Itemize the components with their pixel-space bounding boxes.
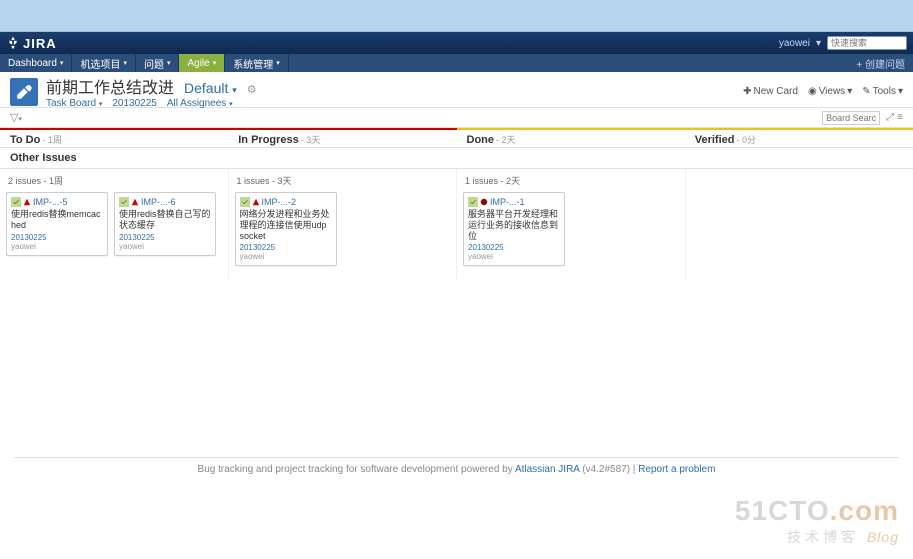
- jira-logo[interactable]: JIRA: [6, 36, 57, 51]
- card-version: 20130225: [468, 243, 560, 252]
- done-status-icon: [480, 198, 488, 206]
- column-verified[interactable]: [686, 169, 913, 279]
- nav-bar: Dashboard▾ 机选项目▾ 问题▾ Agile▾ 系统管理▾ + 创建问题: [0, 54, 913, 72]
- column-count: 1 issues - 2天: [463, 172, 679, 192]
- column-headers: To Do- 1周 In Progress- 3天 Done- 2天 Verif…: [0, 128, 913, 148]
- card-version: 20130225: [11, 233, 103, 242]
- column-header-done: Done- 2天: [457, 128, 685, 148]
- nav-create-issue[interactable]: + 创建问题: [848, 54, 913, 72]
- card-version: 20130225: [119, 233, 211, 242]
- nav-agile[interactable]: Agile▾: [179, 54, 225, 72]
- footer-report-link[interactable]: Report a problem: [638, 464, 715, 475]
- watermark: 51CTO.com 技术博客 Blog: [735, 495, 899, 547]
- nav-issues[interactable]: 问题▾: [136, 54, 180, 72]
- expand-icon[interactable]: ⤢: [886, 112, 894, 123]
- username-caret: ▾: [816, 38, 821, 49]
- column-count: 2 issues - 1周: [6, 172, 222, 192]
- column-progress[interactable]: 1 issues - 3天 IMP-...-2 网络分发进程和业务处理程的连接信…: [229, 169, 458, 279]
- top-banner: [0, 0, 913, 32]
- footer: Bug tracking and project tracking for so…: [14, 457, 899, 481]
- filter-row: ▽▾ ⤢ ≡: [0, 108, 913, 128]
- task-board-link[interactable]: Task Board ▾: [46, 98, 102, 109]
- card[interactable]: IMP-...-6 使用redis替换自己写的状态缓存 20130225 yao…: [114, 192, 216, 256]
- card[interactable]: IMP-...-1 服务器平台开发经理和运行业务的接收信息到位 20130225…: [463, 192, 565, 266]
- page-header: 前期工作总结改进 Default ▾ ⚙ Task Board ▾ 201302…: [0, 72, 913, 108]
- jira-header: JIRA yaowei ▾: [0, 32, 913, 54]
- views-dropdown[interactable]: ◉Views▾: [808, 86, 852, 97]
- task-type-icon: [11, 197, 21, 207]
- nav-projects[interactable]: 机选项目▾: [72, 54, 136, 72]
- logo-text: JIRA: [23, 36, 57, 51]
- board-default-dropdown[interactable]: Default ▾: [184, 80, 237, 96]
- priority-icon: [131, 198, 139, 206]
- card[interactable]: IMP-...-5 使用redis替换memcached 20130225 ya…: [6, 192, 108, 256]
- footer-jira-link[interactable]: Atlassian JIRA: [515, 464, 579, 475]
- column-done[interactable]: 1 issues - 2天 IMP-...-1 服务器平台开发经理和运行业务的接…: [457, 169, 686, 279]
- card-assignee: yaowei: [240, 252, 332, 261]
- column-header-progress: In Progress- 3天: [228, 128, 456, 148]
- card-key: IMP-...-6: [119, 197, 211, 207]
- project-icon: [10, 78, 38, 106]
- priority-icon: [252, 198, 260, 206]
- board: To Do- 1周 In Progress- 3天 Done- 2天 Verif…: [0, 128, 913, 279]
- header-actions: ✚New Card ◉Views▾ ✎Tools▾: [743, 86, 903, 97]
- project-title: 前期工作总结改进: [46, 74, 174, 98]
- swimlane-label[interactable]: Other Issues: [0, 148, 913, 169]
- task-type-icon: [468, 197, 478, 207]
- card-assignee: yaowei: [11, 242, 103, 251]
- column-count: [692, 172, 908, 179]
- assignees-dropdown[interactable]: All Assignees ▾: [167, 98, 233, 109]
- card-assignee: yaowei: [119, 242, 211, 251]
- card-key: IMP-...-2: [240, 197, 332, 207]
- board-search-input[interactable]: [822, 111, 880, 125]
- nav-admin[interactable]: 系统管理▾: [225, 54, 289, 72]
- tools-dropdown[interactable]: ✎Tools▾: [862, 86, 903, 97]
- nav-dashboard[interactable]: Dashboard▾: [0, 54, 72, 72]
- card-key: IMP-...-1: [468, 197, 560, 207]
- new-card-button[interactable]: ✚New Card: [743, 86, 798, 97]
- jira-logo-icon: [6, 36, 20, 50]
- priority-icon: [23, 198, 31, 206]
- task-type-icon: [240, 197, 250, 207]
- username-link[interactable]: yaowei: [779, 38, 810, 49]
- task-type-icon: [119, 197, 129, 207]
- column-header-verified: Verified- 0分: [685, 128, 913, 148]
- card-summary: 使用redis替换自己写的状态缓存: [119, 209, 211, 231]
- card-summary: 使用redis替换memcached: [11, 209, 103, 231]
- gear-icon[interactable]: ⚙: [247, 83, 257, 96]
- plus-icon: ✚: [743, 86, 751, 97]
- tools-icon: ✎: [862, 86, 870, 97]
- eye-icon: ◉: [808, 86, 817, 97]
- card-key: IMP-...-5: [11, 197, 103, 207]
- swimlane: 2 issues - 1周 IMP-...-5 使用redis替换memcach…: [0, 169, 913, 279]
- card[interactable]: IMP-...-2 网络分发进程和业务处理程的连接信使用udp socket 2…: [235, 192, 337, 266]
- collapse-icon[interactable]: ≡: [897, 112, 903, 123]
- card-version: 20130225: [240, 243, 332, 252]
- card-summary: 网络分发进程和业务处理程的连接信使用udp socket: [240, 209, 332, 241]
- sprint-link[interactable]: 20130225: [112, 98, 157, 109]
- card-assignee: yaowei: [468, 252, 560, 261]
- quick-search-input[interactable]: [827, 36, 907, 50]
- column-header-todo: To Do- 1周: [0, 128, 228, 148]
- wrench-icon: [15, 83, 33, 101]
- column-count: 1 issues - 3天: [235, 172, 451, 192]
- column-todo[interactable]: 2 issues - 1周 IMP-...-5 使用redis替换memcach…: [0, 169, 229, 279]
- filter-dropdown-icon[interactable]: ▽▾: [10, 111, 22, 124]
- card-summary: 服务器平台开发经理和运行业务的接收信息到位: [468, 209, 560, 241]
